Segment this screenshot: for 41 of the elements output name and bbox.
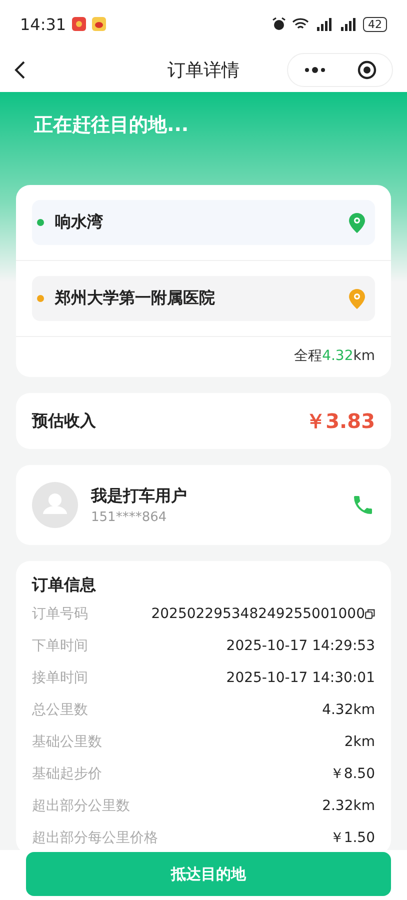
- info-label: 超出部分每公里价格: [32, 829, 158, 847]
- info-label: 总公里数: [32, 701, 88, 719]
- income-amount: ￥3.83: [306, 408, 375, 434]
- avatar-icon: [32, 482, 78, 528]
- total-distance: 全程4.32km: [294, 348, 375, 364]
- app-notification-icon: [92, 17, 106, 31]
- passenger-phone: 151****864: [91, 510, 168, 524]
- income-label: 预估收入: [32, 410, 96, 432]
- info-value: 2km: [344, 734, 375, 750]
- info-value: 4.32km: [322, 702, 375, 718]
- location-pin-icon: [349, 288, 365, 308]
- alarm-icon: [272, 17, 286, 31]
- signal-icon: [315, 18, 333, 30]
- close-target-icon[interactable]: [356, 60, 376, 80]
- info-label: 基础公里数: [32, 733, 102, 751]
- passenger-name: 我是打车用户: [91, 486, 188, 506]
- copy-icon[interactable]: [365, 609, 375, 619]
- location-pin-icon: [349, 212, 365, 232]
- info-label: 下单时间: [32, 637, 88, 655]
- back-icon[interactable]: [14, 60, 26, 80]
- battery-level: 42: [363, 16, 387, 32]
- route-stop[interactable]: 郑州大学第一附属医院: [32, 276, 375, 321]
- section-title: 订单信息: [32, 575, 97, 596]
- status-time: 14:31: [20, 14, 66, 34]
- info-value: 202502295348249255001000: [151, 606, 365, 622]
- info-value: 2025-10-17 14:30:01: [226, 670, 375, 686]
- trip-status: 正在赶往目的地...: [34, 114, 189, 136]
- app-notification-icon: [72, 17, 86, 31]
- info-label: 基础起步价: [32, 765, 102, 783]
- info-label: 超出部分公里数: [32, 797, 130, 815]
- info-label: 订单号码: [32, 605, 88, 623]
- more-icon[interactable]: [304, 67, 326, 73]
- info-value: 2025-10-17 14:29:53: [226, 638, 375, 654]
- wifi-icon: [292, 18, 309, 30]
- signal-icon: [339, 18, 357, 30]
- info-value: ￥1.50: [330, 829, 375, 847]
- info-label: 接单时间: [32, 669, 88, 687]
- info-value: 2.32km: [322, 798, 375, 814]
- page-title: 订单详情: [168, 59, 240, 82]
- route-stop[interactable]: 响水湾: [32, 200, 375, 245]
- info-value: ￥8.50: [330, 765, 375, 783]
